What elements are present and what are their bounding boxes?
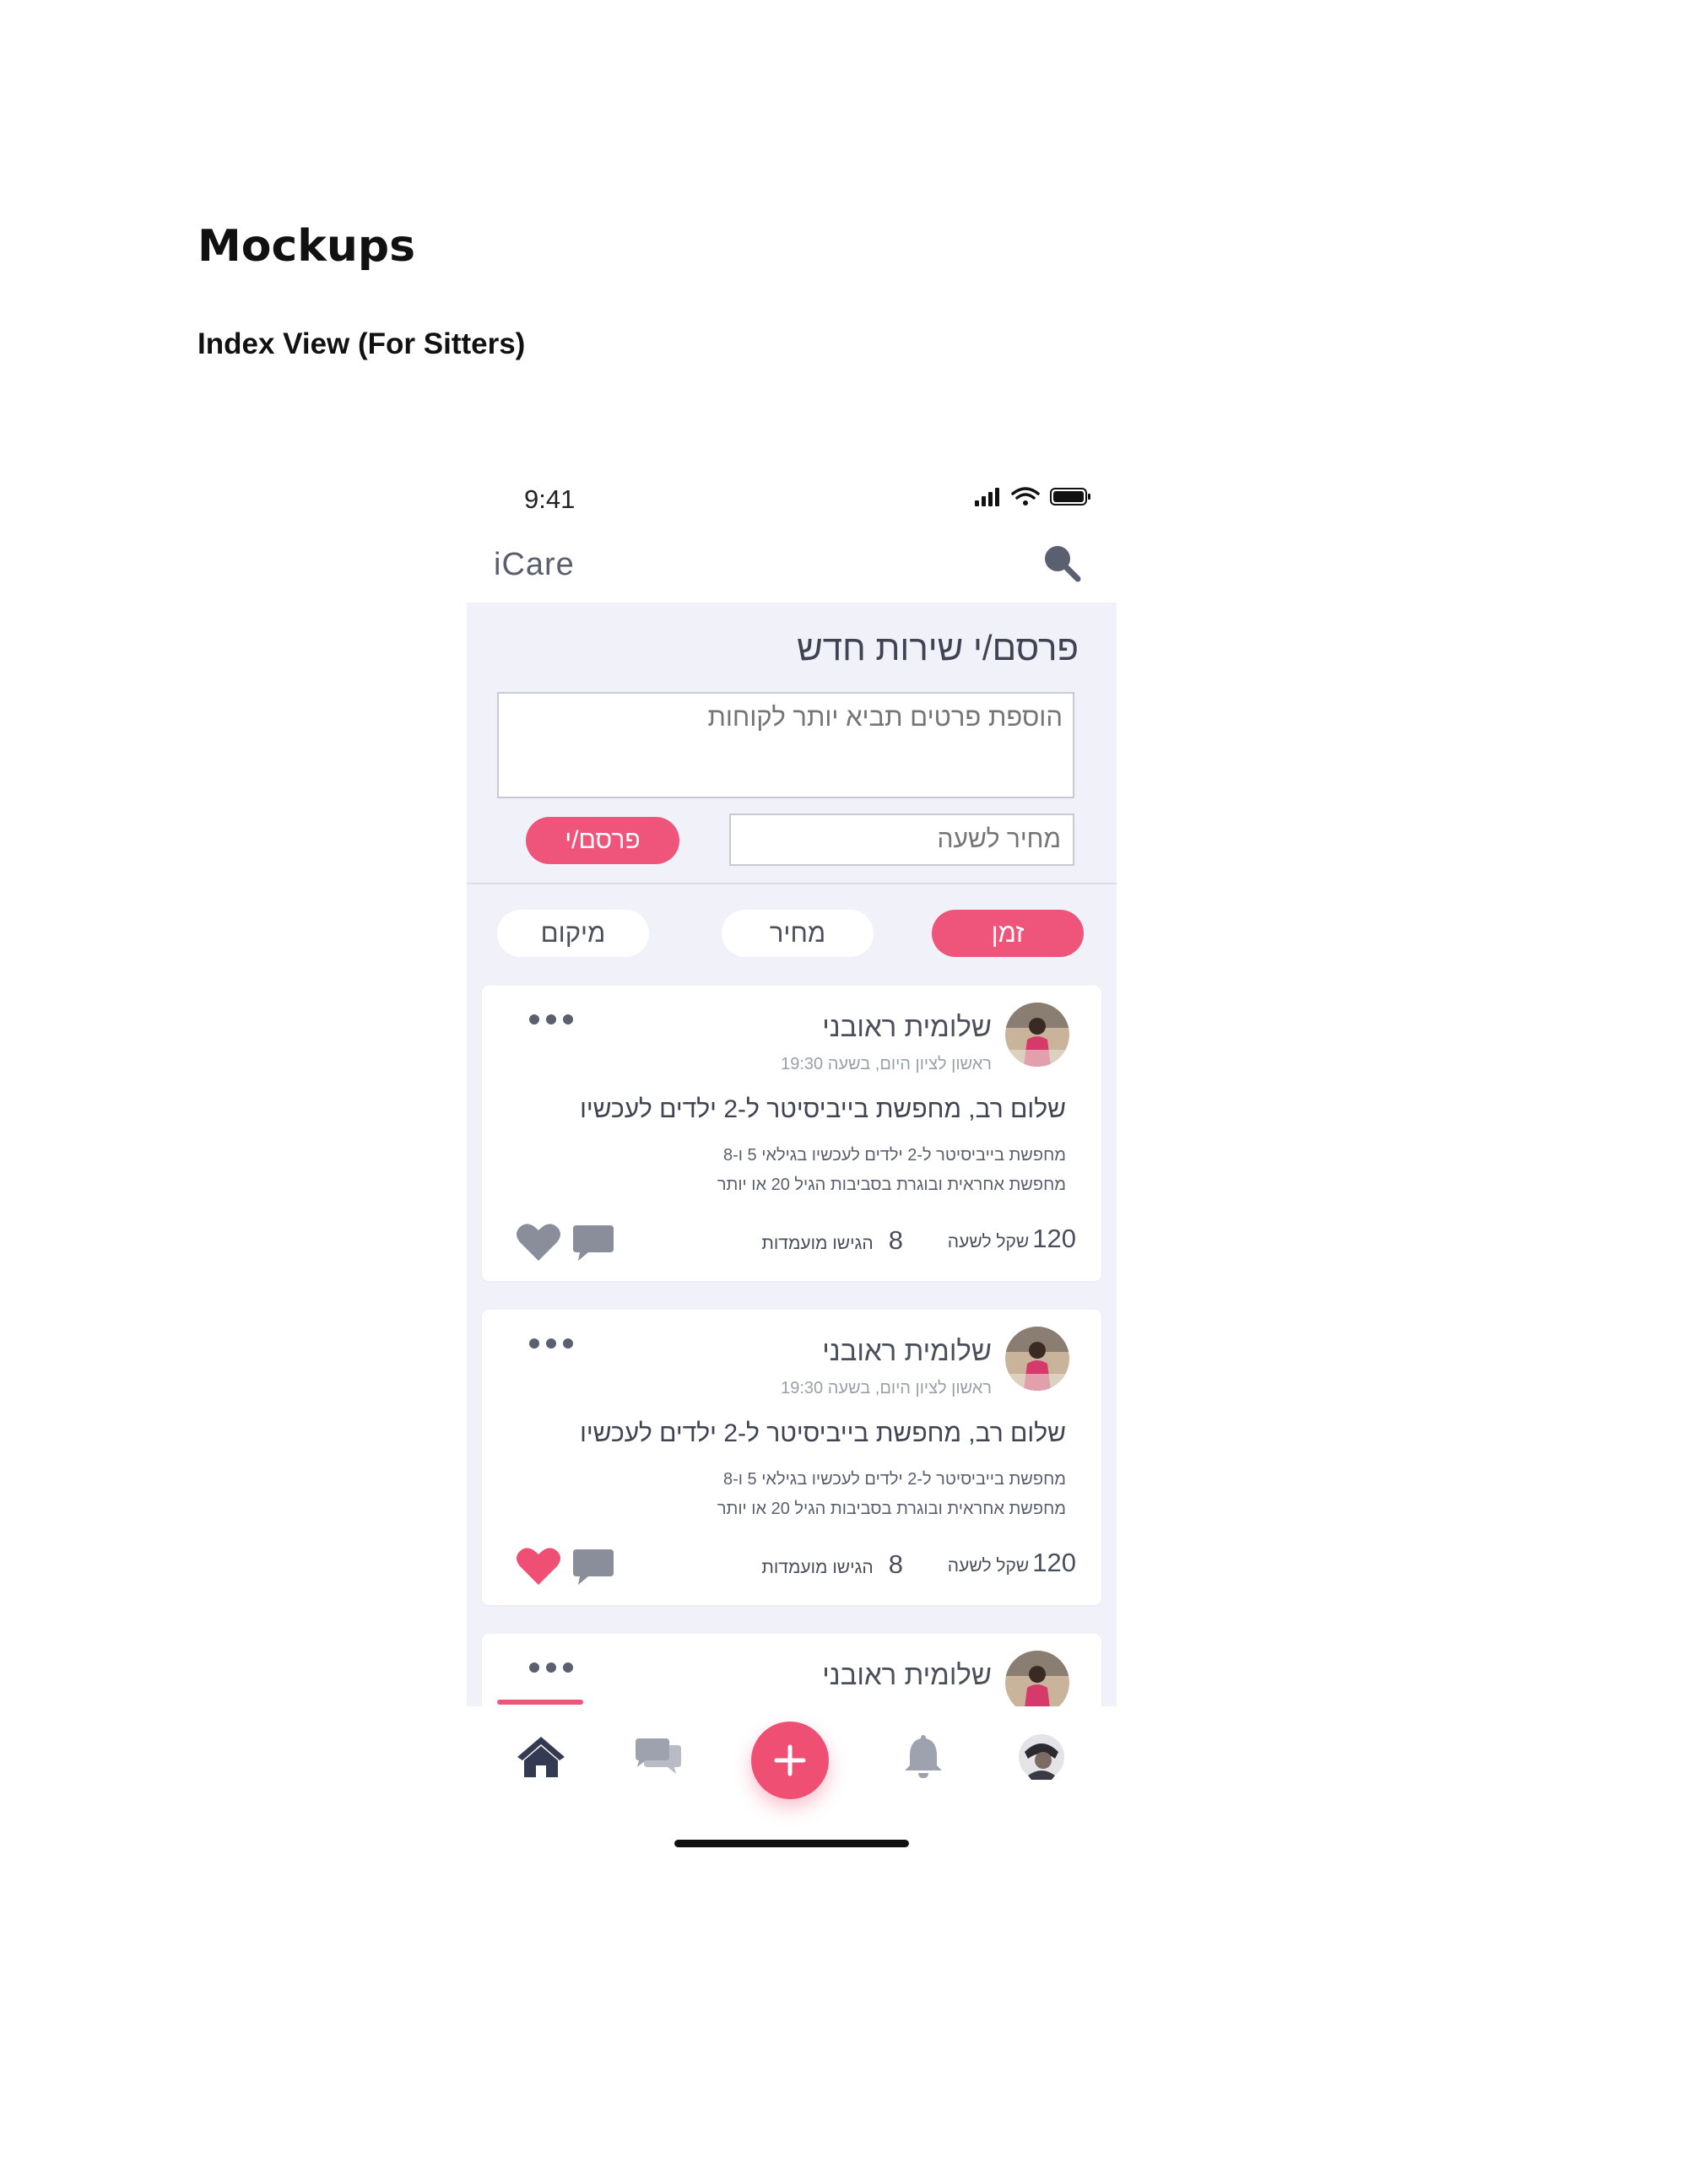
feed-area: פרסם/י שירות חדש פרסם/י זמן מחיר מיקום ש… bbox=[467, 603, 1117, 1706]
avatar[interactable] bbox=[1005, 1003, 1069, 1067]
post-author: שלומית ראובני bbox=[822, 1335, 992, 1366]
bell-icon[interactable] bbox=[903, 1733, 944, 1779]
price-input[interactable] bbox=[729, 814, 1074, 866]
post-card[interactable]: שלומית ראובני ראשון לציון היום, בשעה 19:… bbox=[482, 1310, 1101, 1605]
price-unit: שקל לשעה bbox=[947, 1556, 1030, 1576]
post-author: שלומית ראובני bbox=[822, 1659, 992, 1690]
more-options-icon[interactable] bbox=[526, 1011, 576, 1028]
post-price: 120שקל לשעה bbox=[948, 1548, 1076, 1578]
post-headline: שלום רב, מחפשת בייביסיטר ל-2 ילדים לעכשי… bbox=[580, 1095, 1066, 1123]
details-input[interactable] bbox=[497, 692, 1074, 798]
price-value: 120 bbox=[1032, 1224, 1076, 1253]
heart-icon[interactable] bbox=[516, 1222, 561, 1262]
more-options-icon[interactable] bbox=[526, 1659, 576, 1676]
offers-label: הגישו מועמדות bbox=[761, 1558, 874, 1577]
offers-count: 8 bbox=[888, 1549, 903, 1579]
post-meta: ראשון לציון היום, בשעה 19:30 bbox=[781, 1379, 992, 1397]
comment-icon[interactable] bbox=[571, 1548, 615, 1587]
post-body-line: מחפשת אחראית ובוגרת בסביבות הגיל 20 או י… bbox=[717, 1176, 1066, 1194]
price-value: 120 bbox=[1032, 1548, 1076, 1577]
more-options-icon[interactable] bbox=[526, 1335, 576, 1352]
post-body-line: מחפשת אחראית ובוגרת בסביבות הגיל 20 או י… bbox=[717, 1500, 1066, 1518]
avatar[interactable] bbox=[1005, 1651, 1069, 1706]
offers-count: 8 bbox=[888, 1225, 903, 1255]
battery-icon bbox=[1050, 488, 1090, 505]
heart-filled-icon[interactable] bbox=[516, 1546, 561, 1587]
comment-icon[interactable] bbox=[571, 1224, 615, 1262]
phone-mockup: 9:41 iCare פרסם/י שירות חדש פרסם/י זמן bbox=[467, 456, 1117, 1865]
home-icon[interactable] bbox=[516, 1735, 566, 1779]
post-card[interactable]: שלומית ראובני bbox=[482, 1634, 1101, 1706]
signal-icon bbox=[975, 488, 999, 506]
add-post-button[interactable] bbox=[751, 1722, 829, 1799]
wifi-icon bbox=[1011, 487, 1040, 505]
divider bbox=[467, 883, 1117, 884]
app-title: iCare bbox=[494, 547, 575, 582]
filter-price-chip[interactable]: מחיר bbox=[722, 910, 874, 957]
home-indicator bbox=[674, 1840, 909, 1847]
document-title: Mockups bbox=[197, 221, 416, 272]
post-body-line: מחפשת בייביסיטר ל-2 ילדים לעכשיו בגילאי … bbox=[722, 1146, 1066, 1165]
post-headline: שלום רב, מחפשת בייביסיטר ל-2 ילדים לעכשי… bbox=[580, 1419, 1066, 1447]
post-offers: 8 הגישו מועמדות bbox=[761, 1549, 903, 1580]
publish-button[interactable]: פרסם/י bbox=[526, 817, 679, 864]
post-offers: 8 הגישו מועמדות bbox=[761, 1225, 903, 1256]
document-subtitle: Index View (For Sitters) bbox=[197, 327, 526, 360]
offers-label: הגישו מועמדות bbox=[761, 1234, 874, 1253]
active-tab-indicator bbox=[497, 1700, 583, 1705]
post-body-line: מחפשת בייביסיטר ל-2 ילדים לעכשיו בגילאי … bbox=[722, 1470, 1066, 1489]
filter-location-chip[interactable]: מיקום bbox=[497, 910, 649, 957]
post-price: 120שקל לשעה bbox=[948, 1224, 1076, 1254]
avatar[interactable] bbox=[1005, 1327, 1069, 1391]
post-card[interactable]: שלומית ראובני ראשון לציון היום, בשעה 19:… bbox=[482, 986, 1101, 1281]
status-bar-icons bbox=[975, 487, 1090, 506]
price-unit: שקל לשעה bbox=[947, 1232, 1030, 1251]
status-bar-time: 9:41 bbox=[524, 484, 576, 514]
plus-icon bbox=[774, 1744, 806, 1776]
post-meta: ראשון לציון היום, בשעה 19:30 bbox=[781, 1055, 992, 1073]
search-icon[interactable] bbox=[1041, 542, 1083, 584]
post-author: שלומית ראובני bbox=[822, 1011, 992, 1042]
chat-icon[interactable] bbox=[634, 1737, 683, 1776]
filter-time-chip[interactable]: זמן bbox=[932, 910, 1084, 957]
composer-title: פרסם/י שירות חדש bbox=[797, 628, 1079, 668]
profile-avatar[interactable] bbox=[1018, 1733, 1065, 1781]
